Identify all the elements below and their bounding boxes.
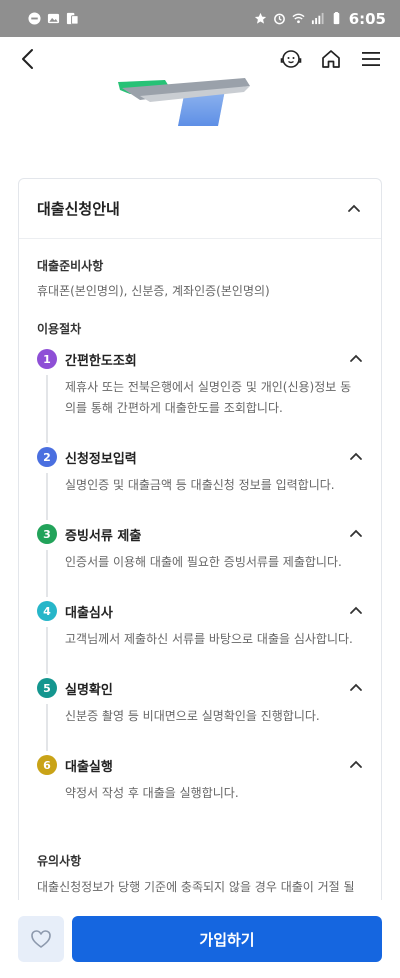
prep-label: 대출준비사항 <box>37 259 104 273</box>
procedure-label: 이용절차 <box>37 322 82 336</box>
procedure-steps: 1 간편한도조회 제휴사 또는 전북은행에서 실명인증 및 개인(신용)정보 동… <box>37 349 363 834</box>
step-1: 1 간편한도조회 제휴사 또는 전북은행에서 실명인증 및 개인(신용)정보 동… <box>37 349 363 447</box>
step-number: 2 <box>37 447 57 467</box>
step-header[interactable]: 신청정보입력 <box>65 447 363 467</box>
step-description: 인증서를 이용해 대출에 필요한 증빙서류를 제출합니다. <box>65 555 342 569</box>
step-main: 실명확인 신분증 촬영 등 비대면으로 실명확인을 진행합니다. <box>65 678 363 755</box>
chevron-up-icon[interactable] <box>349 606 363 616</box>
step-description: 제휴사 또는 전북은행에서 실명인증 및 개인(신용)정보 동의를 통해 간편하… <box>65 380 352 415</box>
home-button[interactable] <box>318 46 344 72</box>
step-4: 4 대출심사 고객님께서 제출하신 서류를 바탕으로 대출을 심사합니다. <box>37 601 363 678</box>
step-rail: 2 <box>37 447 65 524</box>
step-number: 1 <box>37 349 57 369</box>
step-header[interactable]: 대출실행 <box>65 755 363 775</box>
step-title: 대출심사 <box>65 605 113 621</box>
step-header[interactable]: 실명확인 <box>65 678 363 698</box>
step-main: 신청정보입력 실명인증 및 대출금액 등 대출신청 정보를 입력합니다. <box>65 447 363 524</box>
chevron-up-icon[interactable] <box>347 204 361 214</box>
step-5: 5 실명확인 신분증 촬영 등 비대면으로 실명확인을 진행합니다. <box>37 678 363 755</box>
chatbot-icon <box>280 50 302 68</box>
status-bar: 6:05 <box>0 0 400 37</box>
card-body: 대출준비사항 휴대폰(본인명의), 신분증, 계좌인증(본인명의) 이용절차 1… <box>19 239 381 917</box>
status-left-icons <box>28 12 79 25</box>
battery-icon <box>333 12 339 25</box>
step-description: 고객님께서 제출하신 서류를 바탕으로 대출을 심사합니다. <box>65 632 353 646</box>
hamburger-menu-icon <box>362 52 380 66</box>
step-number: 6 <box>37 755 57 775</box>
step-rail: 3 <box>37 524 65 601</box>
join-button[interactable]: 가입하기 <box>72 916 382 962</box>
heart-icon <box>31 930 51 948</box>
loan-guide-card: 대출신청안내 대출준비사항 휴대폰(본인명의), 신분증, 계좌인증(본인명의)… <box>18 178 382 918</box>
step-rail: 6 <box>37 755 65 834</box>
step-connector <box>46 704 48 751</box>
bottom-action-bar: 가입하기 <box>0 900 400 978</box>
step-2: 2 신청정보입력 실명인증 및 대출금액 등 대출신청 정보를 입력합니다. <box>37 447 363 524</box>
chatbot-button[interactable] <box>278 46 304 72</box>
chevron-up-icon[interactable] <box>349 452 363 462</box>
step-title: 대출실행 <box>65 759 113 775</box>
step-description: 신분증 촬영 등 비대면으로 실명확인을 진행합니다. <box>65 709 320 723</box>
card-header[interactable]: 대출신청안내 <box>19 179 381 239</box>
step-3: 3 증빙서류 제출 인증서를 이용해 대출에 필요한 증빙서류를 제출합니다. <box>37 524 363 601</box>
prep-text: 휴대폰(본인명의), 신분증, 계좌인증(본인명의) <box>37 284 270 298</box>
app-icon <box>66 12 79 25</box>
favorite-button[interactable] <box>18 916 64 962</box>
step-title: 실명확인 <box>65 682 113 698</box>
step-6: 6 대출실행 약정서 작성 후 대출을 실행합니다. <box>37 755 363 834</box>
step-connector <box>46 375 48 443</box>
step-header[interactable]: 증빙서류 제출 <box>65 524 363 544</box>
hero-illustration <box>0 78 400 138</box>
card-title: 대출신청안내 <box>37 200 120 218</box>
top-nav <box>0 37 400 81</box>
step-rail: 4 <box>37 601 65 678</box>
alarm-icon <box>273 13 285 25</box>
signal-icon <box>311 12 324 25</box>
nav-actions <box>278 46 384 72</box>
status-time: 6:05 <box>348 9 386 28</box>
step-title: 간편한도조회 <box>65 353 137 369</box>
step-number: 5 <box>37 678 57 698</box>
step-rail: 5 <box>37 678 65 755</box>
step-connector <box>46 627 48 674</box>
chevron-left-icon <box>22 49 33 69</box>
chevron-up-icon[interactable] <box>349 760 363 770</box>
home-icon <box>322 50 340 68</box>
step-description: 약정서 작성 후 대출을 실행합니다. <box>65 786 239 800</box>
step-connector <box>46 550 48 597</box>
step-main: 간편한도조회 제휴사 또는 전북은행에서 실명인증 및 개인(신용)정보 동의를… <box>65 349 363 447</box>
minus-circle-icon <box>28 12 41 25</box>
step-header[interactable]: 간편한도조회 <box>65 349 363 369</box>
menu-button[interactable] <box>358 46 384 72</box>
step-title: 신청정보입력 <box>65 451 137 467</box>
step-number: 3 <box>37 524 57 544</box>
notice-label: 유의사항 <box>37 854 82 868</box>
step-main: 대출실행 약정서 작성 후 대출을 실행합니다. <box>65 755 363 834</box>
step-description: 실명인증 및 대출금액 등 대출신청 정보를 입력합니다. <box>65 478 335 492</box>
image-icon <box>47 13 60 24</box>
step-rail: 1 <box>37 349 65 447</box>
chevron-up-icon[interactable] <box>349 683 363 693</box>
wifi-icon <box>292 13 305 24</box>
step-connector <box>46 473 48 520</box>
chevron-up-icon[interactable] <box>349 529 363 539</box>
star-icon <box>254 12 266 24</box>
step-main: 증빙서류 제출 인증서를 이용해 대출에 필요한 증빙서류를 제출합니다. <box>65 524 363 601</box>
step-main: 대출심사 고객님께서 제출하신 서류를 바탕으로 대출을 심사합니다. <box>65 601 363 678</box>
back-button[interactable] <box>16 46 42 72</box>
chevron-up-icon[interactable] <box>349 354 363 364</box>
status-right-icons: 6:05 <box>254 10 386 28</box>
step-title: 증빙서류 제출 <box>65 528 142 544</box>
step-number: 4 <box>37 601 57 621</box>
step-header[interactable]: 대출심사 <box>65 601 363 621</box>
